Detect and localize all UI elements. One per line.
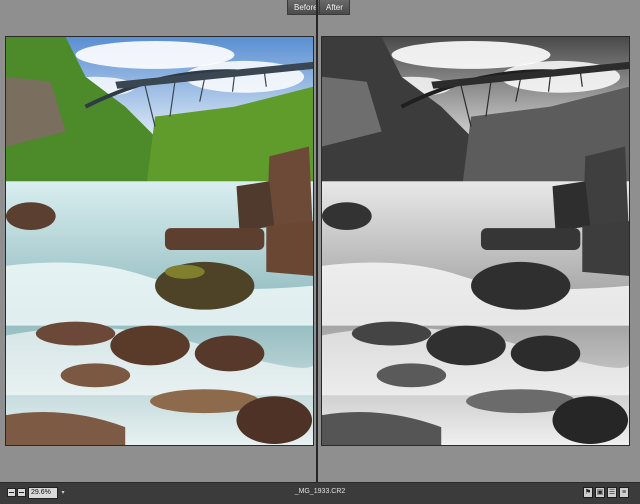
- before-photo[interactable]: [5, 36, 314, 446]
- flag-icon[interactable]: ⚑: [583, 487, 593, 498]
- status-bar: 29.6% ▾ _MG_1933.CR2 ⚑ ▣ ☰ ≡: [0, 482, 640, 504]
- view-divider: [316, 0, 318, 482]
- preview-workspace: Before After: [0, 0, 640, 482]
- after-label: After: [319, 0, 350, 15]
- compare-icon[interactable]: ▣: [595, 487, 605, 498]
- after-image: [322, 37, 629, 445]
- after-photo[interactable]: [321, 36, 630, 446]
- before-image: [6, 37, 313, 445]
- settings-icon[interactable]: ☰: [607, 487, 617, 498]
- workflow-icon[interactable]: ≡: [619, 487, 629, 498]
- filename-label: _MG_1933.CR2: [294, 488, 346, 495]
